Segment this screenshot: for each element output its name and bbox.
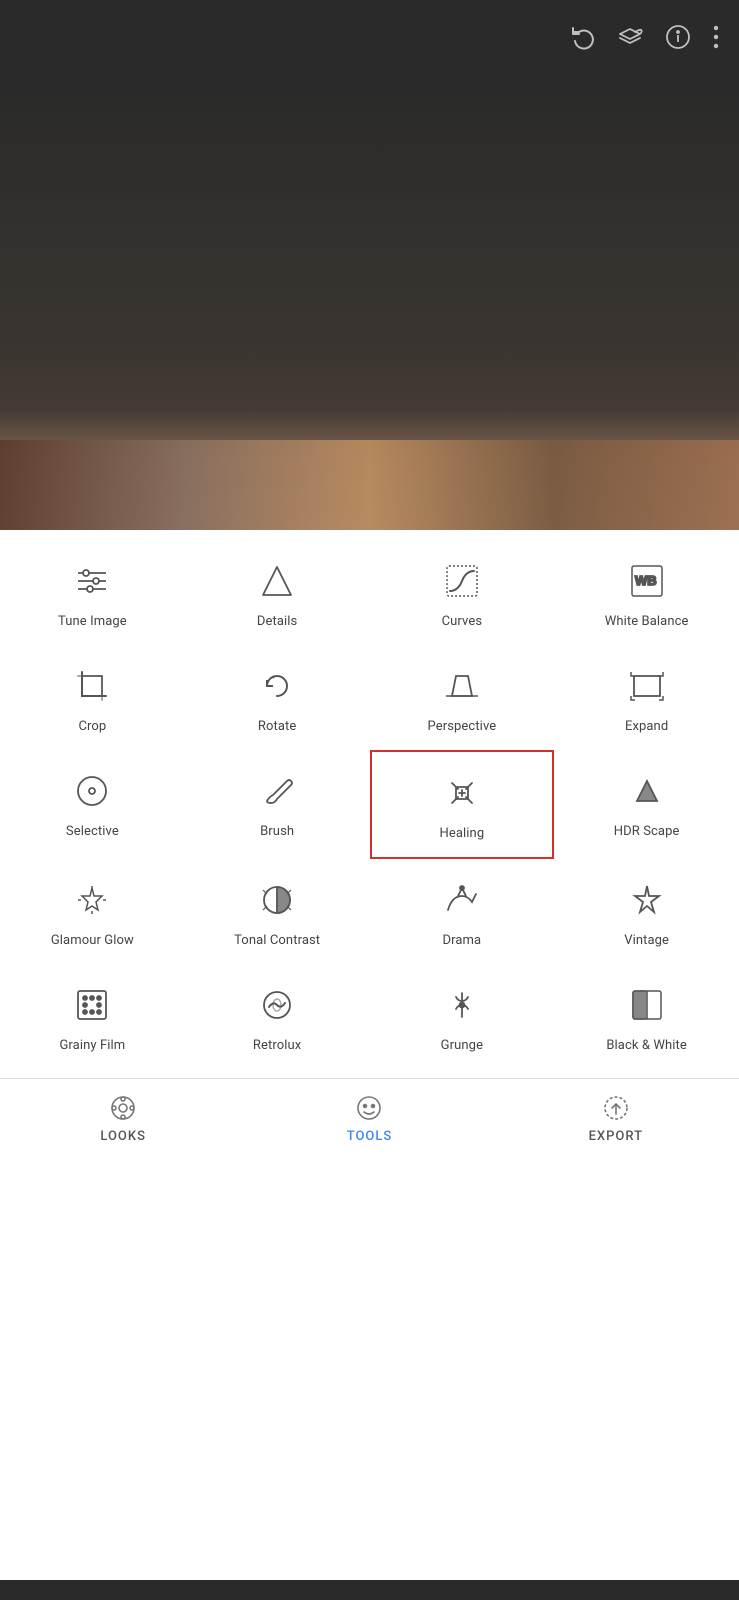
vintage-icon	[624, 877, 670, 923]
svg-text:WB: WB	[635, 573, 657, 588]
nav-label-export: EXPORT	[589, 1129, 643, 1144]
tool-item-brush[interactable]: Brush	[185, 750, 370, 859]
tool-item-selective[interactable]: Selective	[0, 750, 185, 859]
brush-icon	[254, 768, 300, 814]
tool-item-vintage[interactable]: Vintage	[554, 859, 739, 964]
tool-label-grunge: Grunge	[441, 1038, 483, 1055]
retrolux-icon	[254, 982, 300, 1028]
top-bar-actions	[569, 24, 719, 56]
tool-item-black-white[interactable]: Black & White	[554, 964, 739, 1069]
image-strip	[0, 440, 739, 530]
glamour-icon	[69, 877, 115, 923]
tool-item-retrolux[interactable]: Retrolux	[185, 964, 370, 1069]
crop-icon	[69, 663, 115, 709]
tool-item-drama[interactable]: Drama	[370, 859, 555, 964]
tool-item-expand[interactable]: Expand	[554, 645, 739, 750]
grunge-icon	[439, 982, 485, 1028]
tool-item-perspective[interactable]: Perspective	[370, 645, 555, 750]
tool-item-details[interactable]: Details	[185, 540, 370, 645]
tune-icon	[69, 558, 115, 604]
tool-label-expand: Expand	[625, 719, 668, 736]
tool-item-curves[interactable]: Curves	[370, 540, 555, 645]
tool-item-crop[interactable]: Crop	[0, 645, 185, 750]
nav-item-looks[interactable]: LOOKS	[0, 1093, 246, 1144]
tool-label-healing: Healing	[440, 826, 485, 843]
tool-item-rotate[interactable]: Rotate	[185, 645, 370, 750]
tool-label-glamour-glow: Glamour Glow	[51, 933, 134, 950]
perspective-icon	[439, 663, 485, 709]
tool-label-vintage: Vintage	[624, 933, 669, 950]
wb-icon: WB	[624, 558, 670, 604]
info-icon[interactable]	[665, 24, 691, 56]
tool-item-hdr-scape[interactable]: HDR Scape	[554, 750, 739, 859]
expand-icon	[624, 663, 670, 709]
nav-item-tools[interactable]: TOOLS	[246, 1093, 492, 1144]
tool-label-details: Details	[257, 614, 297, 631]
curves-icon	[439, 558, 485, 604]
selective-icon	[69, 768, 115, 814]
face-icon	[354, 1093, 384, 1123]
nav-label-looks: LOOKS	[100, 1129, 146, 1144]
tool-label-black-white: Black & White	[606, 1038, 687, 1055]
tool-item-glamour-glow[interactable]: Glamour Glow	[0, 859, 185, 964]
tool-label-retrolux: Retrolux	[253, 1038, 301, 1055]
tool-label-curves: Curves	[442, 614, 483, 631]
nav-item-export[interactable]: EXPORT	[493, 1093, 739, 1144]
tonal-icon	[254, 877, 300, 923]
film-reel-icon	[108, 1093, 138, 1123]
tool-item-tonal-contrast[interactable]: Tonal Contrast	[185, 859, 370, 964]
tool-item-grainy-film[interactable]: Grainy Film	[0, 964, 185, 1069]
tool-label-tonal-contrast: Tonal Contrast	[234, 933, 320, 950]
tool-label-hdr-scape: HDR Scape	[614, 824, 680, 841]
tool-label-perspective: Perspective	[428, 719, 497, 736]
grainy-icon	[69, 982, 115, 1028]
tool-label-brush: Brush	[260, 824, 294, 841]
details-icon	[254, 558, 300, 604]
tool-label-grainy-film: Grainy Film	[59, 1038, 125, 1055]
tool-label-rotate: Rotate	[258, 719, 297, 736]
tool-label-selective: Selective	[66, 824, 119, 841]
drama-icon	[439, 877, 485, 923]
tools-panel: Tune Image Details Curves WB White Balan…	[0, 530, 739, 1580]
tool-label-drama: Drama	[443, 933, 482, 950]
hdr-icon	[624, 768, 670, 814]
tool-label-white-balance: White Balance	[605, 614, 689, 631]
tool-label-crop: Crop	[78, 719, 106, 736]
bottom-nav: LOOKS TOOLS EXPORT	[0, 1078, 739, 1158]
tool-item-tune-image[interactable]: Tune Image	[0, 540, 185, 645]
layers-icon[interactable]	[617, 24, 643, 56]
nav-label-tools: TOOLS	[347, 1129, 393, 1144]
undo-icon[interactable]	[569, 24, 595, 56]
tool-grid: Tune Image Details Curves WB White Balan…	[0, 530, 739, 1078]
more-icon[interactable]	[713, 24, 719, 56]
tool-label-tune-image: Tune Image	[58, 614, 127, 631]
tool-item-grunge[interactable]: Grunge	[370, 964, 555, 1069]
share-icon	[601, 1093, 631, 1123]
tool-item-healing[interactable]: Healing	[370, 750, 555, 859]
bw-icon	[624, 982, 670, 1028]
tool-item-white-balance[interactable]: WB White Balance	[554, 540, 739, 645]
image-canvas	[0, 80, 739, 530]
rotate-icon	[254, 663, 300, 709]
top-bar	[0, 0, 739, 80]
healing-icon	[439, 770, 485, 816]
